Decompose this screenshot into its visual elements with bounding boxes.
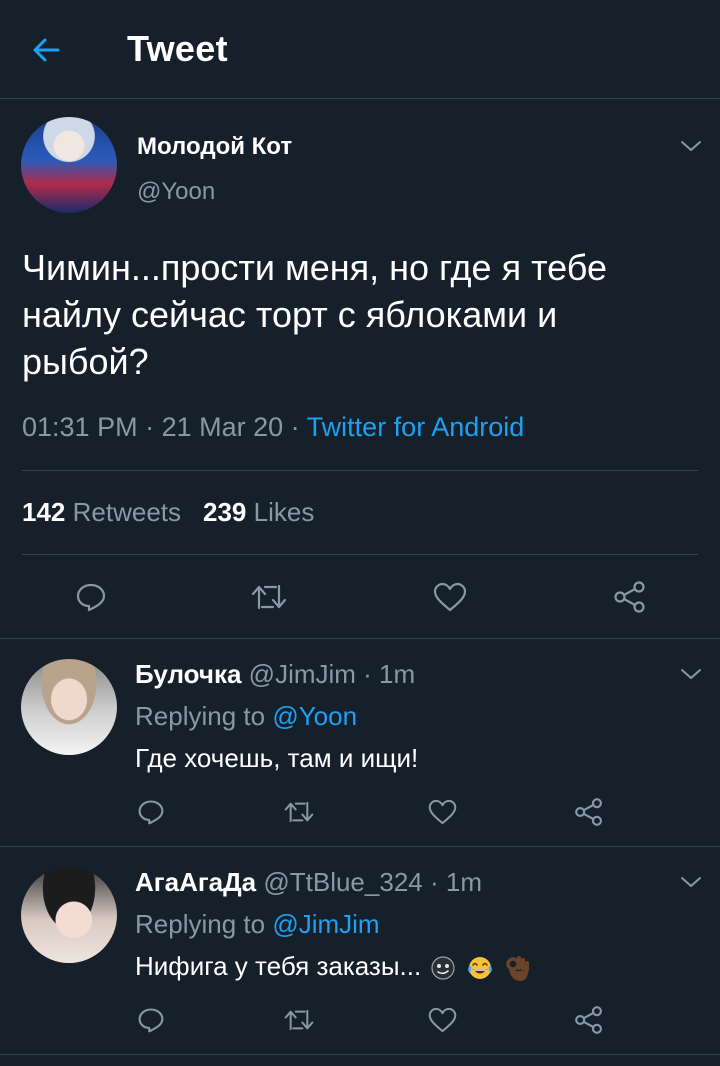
reply-time: 1m xyxy=(379,659,416,689)
display-name[interactable]: Булочка xyxy=(135,659,241,689)
reply-icon[interactable] xyxy=(75,581,107,613)
tears-of-joy-emoji-icon xyxy=(467,957,492,980)
top-bar: Tweet xyxy=(0,0,720,99)
heart-icon[interactable] xyxy=(428,1007,457,1033)
retweets-stat[interactable]: 142 Retweets xyxy=(22,497,181,527)
reply-text-content: Нифига у тебя заказы... xyxy=(135,951,422,981)
share-icon[interactable] xyxy=(574,1005,604,1035)
retweets-label: Retweets xyxy=(72,497,182,527)
tweet-time: 01:31 PM xyxy=(22,412,138,442)
retweet-icon[interactable] xyxy=(251,582,287,612)
engagement-stats: 142 Retweets 239 Likes xyxy=(22,497,314,528)
dot-separator: · xyxy=(422,867,446,897)
ok-hand-emoji-icon xyxy=(506,956,529,982)
page-title: Tweet xyxy=(127,28,228,69)
reply-tweet[interactable]: АгаАгаДа @TtBlue_324 · 1m Replying to @J… xyxy=(0,847,720,1055)
mention-link[interactable]: @JimJim xyxy=(272,909,379,939)
reply-text: Нифига у тебя заказы... xyxy=(135,951,531,983)
display-name[interactable]: АгаАгаДа xyxy=(135,867,256,897)
share-icon[interactable] xyxy=(574,797,604,827)
smirk-face-emoji-icon xyxy=(431,956,456,980)
reply-icon[interactable] xyxy=(137,798,165,826)
avatar[interactable] xyxy=(21,659,117,755)
reply-tweet[interactable]: Булочка @JimJim · 1m Replying to @Yoon Г… xyxy=(0,639,720,847)
reply-icon[interactable] xyxy=(137,1006,165,1034)
user-handle[interactable]: @TtBlue_324 xyxy=(263,867,422,897)
chevron-down-icon[interactable] xyxy=(680,139,702,153)
tweet-source-link[interactable]: Twitter for Android xyxy=(307,412,525,442)
avatar[interactable] xyxy=(21,117,117,213)
reply-header: Булочка @JimJim · 1m xyxy=(135,659,415,690)
divider xyxy=(22,554,698,555)
retweet-icon[interactable] xyxy=(284,799,314,825)
avatar[interactable] xyxy=(21,867,117,963)
tweet-text: Чимин...прости меня, но где я тебе найлу… xyxy=(22,247,608,382)
retweets-count: 142 xyxy=(22,497,66,527)
replying-label: Replying to xyxy=(135,701,273,731)
main-tweet: Молодой Кот @Yoon Чимин...прости меня, н… xyxy=(0,99,720,639)
reply-header: АгаАгаДа @TtBlue_324 · 1m xyxy=(135,867,482,898)
divider xyxy=(22,470,698,471)
retweet-icon[interactable] xyxy=(284,1007,314,1033)
replying-to: Replying to @Yoon xyxy=(135,701,357,732)
heart-icon[interactable] xyxy=(433,582,467,612)
user-handle[interactable]: @JimJim xyxy=(249,659,356,689)
meta-separator: · xyxy=(283,412,307,442)
likes-count: 239 xyxy=(203,497,247,527)
chevron-down-icon[interactable] xyxy=(680,875,702,889)
user-handle[interactable]: @Yoon xyxy=(137,178,215,206)
reply-text: Где хочешь, там и ищи! xyxy=(135,743,419,773)
dot-separator: · xyxy=(355,659,380,689)
display-name[interactable]: Молодой Кот xyxy=(137,133,292,161)
replying-to: Replying to @JimJim xyxy=(135,909,380,940)
heart-icon[interactable] xyxy=(428,799,457,825)
tweet-meta: 01:31 PM · 21 Mar 20 · Twitter for Andro… xyxy=(22,412,524,443)
back-arrow-icon xyxy=(33,38,60,62)
meta-separator: · xyxy=(137,412,162,442)
back-button[interactable] xyxy=(26,30,74,70)
tweet-date: 21 Mar 20 xyxy=(161,412,284,442)
reply-time: 1m xyxy=(445,867,482,897)
likes-stat[interactable]: 239 Likes xyxy=(203,497,314,527)
replying-label: Replying to xyxy=(135,909,273,939)
mention-link[interactable]: @Yoon xyxy=(272,701,357,731)
share-icon[interactable] xyxy=(613,580,647,614)
chevron-down-icon[interactable] xyxy=(680,667,702,681)
likes-label: Likes xyxy=(253,497,315,527)
